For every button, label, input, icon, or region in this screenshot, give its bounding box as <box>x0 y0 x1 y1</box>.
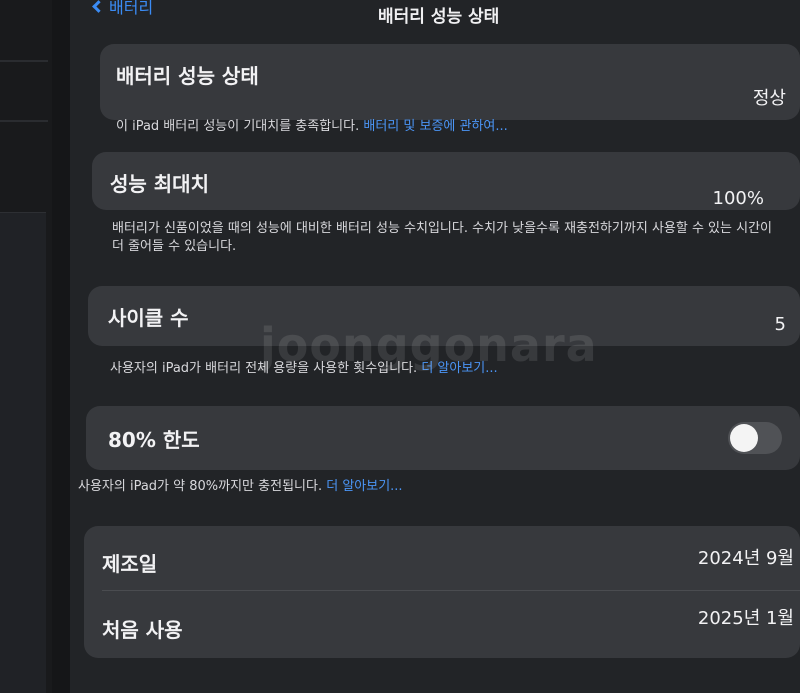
max-capacity-card: 성능 최대치 100% <box>92 152 800 210</box>
dates-card: 제조일 2024년 9월 처음 사용 2025년 1월 <box>84 526 800 658</box>
row-separator <box>102 590 800 591</box>
battery-health-value: 정상 <box>752 88 786 109</box>
cycle-count-learn-more-link[interactable]: 더 알아보기... <box>421 361 497 376</box>
charge-limit-toggle[interactable] <box>728 422 782 454</box>
content: 배터리 성능 상태 정상 이 iPad 배터리 성능이 기대치를 충족합니다. … <box>70 0 800 693</box>
sidebar-separator <box>0 60 48 62</box>
sidebar-panel <box>0 212 46 693</box>
charge-limit-note: 사용자의 iPad가 약 80%까지만 충전됩니다. <box>78 479 323 494</box>
battery-warranty-link[interactable]: 배터리 및 보증에 관하여... <box>363 119 507 134</box>
manufacture-date-value: 2024년 9월 <box>697 548 794 569</box>
toggle-knob <box>730 424 758 452</box>
split-divider <box>52 0 70 693</box>
battery-health-note: 이 iPad 배터리 성능이 기대치를 충족합니다. <box>116 119 360 134</box>
charge-limit-title: 80% 한도 <box>108 428 200 452</box>
sidebar-separator <box>0 120 48 122</box>
cycle-count-card: 사이클 수 5 <box>88 286 800 346</box>
cycle-count-title: 사이클 수 <box>108 306 189 330</box>
manufacture-date-label: 제조일 <box>102 552 158 576</box>
max-capacity-footnote: 배터리가 신품이었을 때의 성능에 대비한 배터리 성능 수치입니다. 수치가 … <box>112 221 772 254</box>
cycle-count-footnote: 사용자의 iPad가 배터리 전체 용량을 사용한 횟수입니다. 더 알아보기.… <box>110 360 498 378</box>
cycle-count-note: 사용자의 iPad가 배터리 전체 용량을 사용한 횟수입니다. <box>110 361 418 376</box>
settings-screen: 배터리 배터리 성능 상태 배터리 성능 상태 정상 이 iPad 배터리 성능… <box>0 0 800 693</box>
battery-health-card: 배터리 성능 상태 정상 <box>100 44 800 120</box>
max-capacity-value: 100% <box>712 188 764 209</box>
sidebar <box>0 0 52 693</box>
cycle-count-value: 5 <box>774 314 786 335</box>
max-capacity-title: 성능 최대치 <box>110 172 209 196</box>
battery-health-footnote: 이 iPad 배터리 성능이 기대치를 충족합니다. 배터리 및 보증에 관하여… <box>116 118 508 136</box>
charge-limit-footnote: 사용자의 iPad가 약 80%까지만 충전됩니다. 더 알아보기... <box>78 478 403 496</box>
first-use-value: 2025년 1월 <box>697 608 794 629</box>
charge-limit-card: 80% 한도 <box>86 406 800 470</box>
first-use-label: 처음 사용 <box>102 618 183 642</box>
battery-health-title: 배터리 성능 상태 <box>116 64 259 88</box>
charge-limit-learn-more-link[interactable]: 더 알아보기... <box>326 479 402 494</box>
